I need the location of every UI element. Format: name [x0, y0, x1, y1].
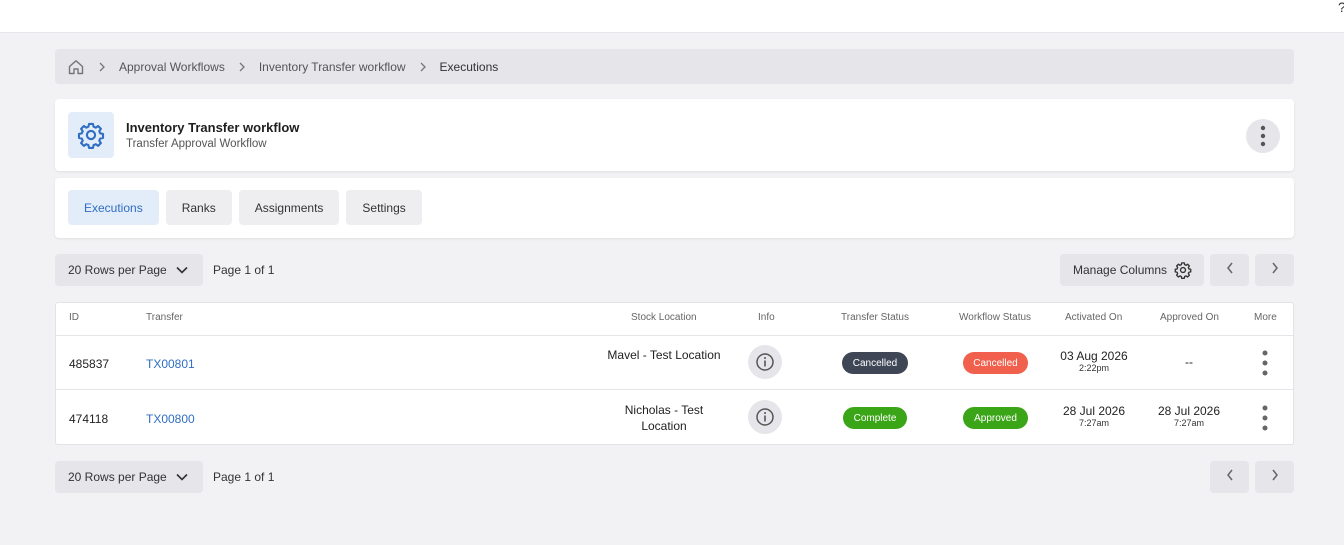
page-indicator: Page 1 of 1 — [213, 470, 275, 484]
pager-bottom: 20 Rows per Page Page 1 of 1 — [55, 461, 1294, 493]
table-row[interactable]: 474118 TX00800 Nicholas - Test Location … — [56, 391, 1293, 445]
tab-assignments[interactable]: Assignments — [238, 190, 340, 225]
chevron-right-icon — [1270, 468, 1280, 487]
manage-columns-label: Manage Columns — [1073, 263, 1168, 277]
rows-per-page-select[interactable]: 20 Rows per Page — [55, 461, 203, 493]
executions-table: ID Transfer Stock Location Info Transfer… — [55, 302, 1294, 445]
activated-on: 03 Aug 2026 2:22pm — [1049, 349, 1139, 373]
transfer-link[interactable]: TX00800 — [146, 412, 195, 426]
more-vertical-icon[interactable] — [1255, 403, 1275, 433]
column-header-id[interactable]: ID — [69, 312, 79, 323]
chevron-left-icon — [1225, 261, 1235, 280]
column-header-info: Info — [758, 312, 775, 323]
activated-time: 2:22pm — [1078, 363, 1110, 373]
transfer-status-badge: Complete — [843, 407, 907, 429]
row-id: 485837 — [69, 357, 110, 371]
chevron-left-icon — [1225, 468, 1235, 487]
breadcrumb-item-inventory-transfer-workflow[interactable]: Inventory Transfer workflow — [259, 60, 406, 74]
breadcrumb-current: Executions — [439, 59, 499, 74]
gear-icon — [1174, 261, 1192, 279]
tab-settings[interactable]: Settings — [346, 190, 422, 225]
table-row[interactable]: 485837 TX00801 Mavel - Test Location Can… — [56, 336, 1293, 390]
tabs-card: Executions Ranks Assignments Settings — [55, 178, 1294, 238]
chevron-down-icon — [175, 470, 189, 484]
approved-time: 7:27am — [1173, 418, 1205, 428]
top-bar: ? — [0, 0, 1344, 33]
workflow-header-card: Inventory Transfer workflow Transfer App… — [55, 99, 1294, 171]
rows-per-page-label: 20 Rows per Page — [68, 470, 167, 484]
column-header-activated-on[interactable]: Activated On — [1065, 312, 1122, 323]
activated-time: 7:27am — [1078, 418, 1110, 428]
next-page-button[interactable] — [1255, 254, 1294, 286]
column-header-more: More — [1254, 312, 1277, 323]
breadcrumb-item-approval-workflows[interactable]: Approval Workflows — [119, 60, 225, 74]
transfer-status-badge: Cancelled — [842, 352, 908, 374]
chevron-right-icon — [418, 62, 428, 72]
pager-top: 20 Rows per Page Page 1 of 1 Manage Colu… — [55, 254, 1294, 286]
gear-icon — [68, 112, 114, 158]
column-header-transfer-status[interactable]: Transfer Status — [841, 312, 909, 323]
manage-columns-button[interactable]: Manage Columns — [1060, 254, 1204, 286]
next-page-button[interactable] — [1255, 461, 1294, 493]
rows-per-page-label: 20 Rows per Page — [68, 263, 167, 277]
corner-glyph: ? — [1338, 0, 1344, 14]
more-vertical-icon[interactable] — [1246, 119, 1280, 153]
stock-location: Mavel - Test Location — [607, 348, 721, 362]
approved-on: -- — [1144, 355, 1234, 369]
activated-on: 28 Jul 2026 7:27am — [1049, 404, 1139, 428]
column-header-workflow-status[interactable]: Workflow Status — [959, 312, 1031, 323]
info-icon[interactable] — [748, 400, 782, 434]
page-title: Inventory Transfer workflow — [126, 120, 300, 135]
tab-list: Executions Ranks Assignments Settings — [68, 190, 422, 225]
tab-ranks[interactable]: Ranks — [165, 190, 232, 225]
chevron-right-icon — [237, 62, 247, 72]
rows-per-page-select[interactable]: 20 Rows per Page — [55, 254, 203, 286]
transfer-link[interactable]: TX00801 — [146, 357, 195, 371]
info-icon[interactable] — [748, 345, 782, 379]
home-icon[interactable] — [67, 58, 85, 76]
stock-location: Nicholas - Test Location — [624, 403, 704, 433]
workflow-status-badge: Cancelled — [963, 352, 1028, 374]
column-header-transfer[interactable]: Transfer — [146, 312, 183, 323]
approved-on: 28 Jul 2026 7:27am — [1144, 404, 1234, 428]
column-header-approved-on[interactable]: Approved On — [1160, 312, 1219, 323]
page-subtitle: Transfer Approval Workflow — [126, 138, 267, 150]
prev-page-button[interactable] — [1210, 254, 1249, 286]
breadcrumb: Approval Workflows Inventory Transfer wo… — [55, 49, 1294, 84]
approved-date: 28 Jul 2026 — [1157, 404, 1221, 418]
chevron-right-icon — [1270, 261, 1280, 280]
table-header: ID Transfer Stock Location Info Transfer… — [56, 303, 1293, 336]
more-vertical-icon[interactable] — [1255, 348, 1275, 378]
tab-executions[interactable]: Executions — [68, 190, 159, 225]
page-indicator: Page 1 of 1 — [213, 263, 275, 277]
activated-date: 03 Aug 2026 — [1060, 349, 1128, 363]
approved-date: -- — [1185, 355, 1193, 369]
activated-date: 28 Jul 2026 — [1062, 404, 1126, 418]
row-id: 474118 — [69, 412, 109, 426]
chevron-down-icon — [175, 263, 189, 277]
prev-page-button[interactable] — [1210, 461, 1249, 493]
workflow-status-badge: Approved — [963, 407, 1028, 429]
column-header-stock-location[interactable]: Stock Location — [631, 312, 697, 323]
chevron-right-icon — [97, 62, 107, 72]
